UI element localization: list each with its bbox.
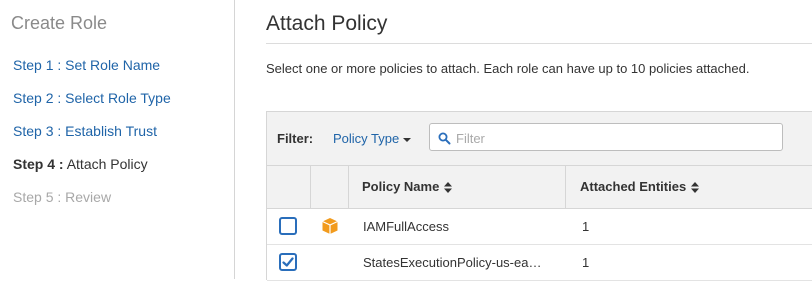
step-1-link[interactable]: Step 1 : Set Role Name — [13, 57, 160, 73]
attached-entities-cell: 1 — [582, 219, 590, 234]
column-divider — [348, 166, 349, 208]
aws-managed-box-icon — [322, 218, 338, 234]
policy-name-cell[interactable]: IAMFullAccess — [363, 219, 449, 234]
filter-search-box[interactable] — [429, 123, 783, 151]
wizard-sidebar: Create Role Step 1 : Set Role Name Step … — [0, 0, 235, 279]
filter-input[interactable] — [454, 127, 778, 149]
row-checkbox-checked[interactable] — [279, 253, 297, 271]
policy-type-label: Policy Type — [333, 131, 400, 146]
caret-down-icon — [403, 137, 412, 142]
intro-text: Select one or more policies to attach. E… — [266, 61, 750, 76]
page-title: Attach Policy — [266, 12, 388, 35]
search-icon — [438, 132, 451, 145]
column-divider — [310, 166, 311, 208]
policy-name-cell[interactable]: StatesExecutionPolicy-us-ea… — [363, 255, 541, 270]
policy-type-dropdown[interactable]: Policy Type — [333, 131, 412, 146]
checkmark-icon — [282, 257, 294, 267]
title-divider — [266, 43, 812, 44]
step-2-link[interactable]: Step 2 : Select Role Type — [13, 90, 171, 106]
column-header-policy-name-label: Policy Name — [362, 179, 440, 194]
sort-icon — [691, 182, 700, 194]
step-5-disabled: Step 5 : Review — [13, 189, 112, 205]
table-row[interactable]: IAMFullAccess 1 — [267, 209, 812, 245]
column-divider — [565, 166, 566, 208]
step-3-link[interactable]: Step 3 : Establish Trust — [13, 123, 157, 139]
filter-label: Filter: — [277, 131, 314, 146]
column-header-attached-entities[interactable]: Attached Entities — [580, 179, 700, 194]
step-4-prefix: Step 4 : — [13, 156, 64, 172]
filter-bar: Filter: Policy Type — [267, 112, 812, 166]
column-header-attached-entities-label: Attached Entities — [580, 179, 687, 194]
sort-icon — [444, 182, 453, 194]
column-header-policy-name[interactable]: Policy Name — [362, 179, 453, 194]
attached-entities-cell: 1 — [582, 255, 590, 270]
policy-table-panel: Filter: Policy Type Policy Name Attached… — [266, 111, 812, 281]
step-4-label: Attach Policy — [66, 156, 148, 172]
row-checkbox[interactable] — [279, 217, 297, 235]
main-content: Attach Policy Select one or more policie… — [266, 0, 812, 281]
step-4-current: Step 4 : Attach Policy — [13, 156, 148, 172]
table-header: Policy Name Attached Entities — [267, 166, 812, 209]
table-row[interactable]: StatesExecutionPolicy-us-ea… 1 — [267, 245, 812, 281]
sidebar-title: Create Role — [11, 13, 108, 33]
